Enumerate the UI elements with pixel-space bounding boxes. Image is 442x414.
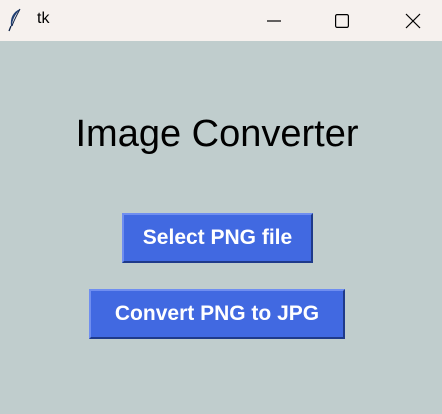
convert-png-to-jpg-button[interactable]: Convert PNG to JPG bbox=[89, 289, 345, 339]
title-bar[interactable]: tk bbox=[0, 0, 442, 41]
page-title: Image Converter bbox=[75, 113, 359, 155]
maximize-icon bbox=[335, 13, 349, 28]
close-icon bbox=[405, 13, 421, 29]
app-window: tk Image Converter Select PNG file Conve… bbox=[0, 0, 442, 414]
minimize-button[interactable] bbox=[251, 0, 297, 41]
maximize-button[interactable] bbox=[319, 0, 365, 41]
main-content: Image Converter Select PNG file Convert … bbox=[0, 41, 442, 414]
select-png-button[interactable]: Select PNG file bbox=[122, 213, 313, 263]
close-button[interactable] bbox=[390, 0, 436, 41]
minimize-icon bbox=[267, 14, 281, 28]
window-title: tk bbox=[37, 10, 50, 27]
feather-icon bbox=[7, 8, 23, 32]
